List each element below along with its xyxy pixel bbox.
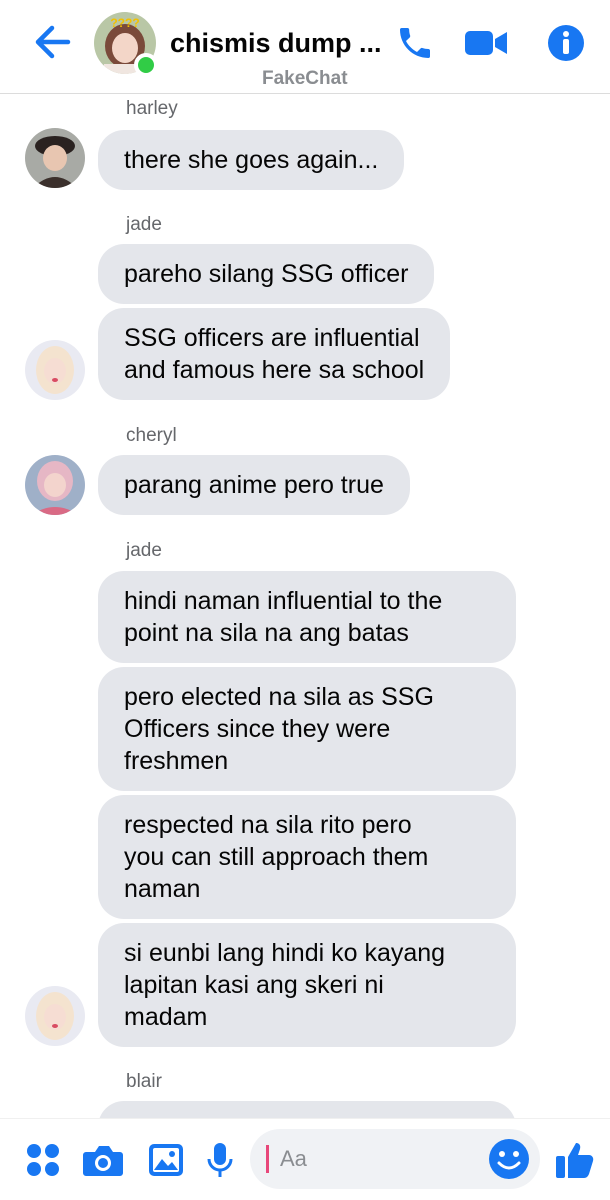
chat-header: ???? chismis dump ... FakeChat (0, 0, 610, 94)
thumbs-up-icon (556, 1143, 594, 1178)
avatar-image (25, 986, 85, 1046)
sender-name: cheryl (126, 425, 177, 446)
info-icon (548, 25, 584, 61)
four-dots-icon (27, 1144, 59, 1176)
avatar-harley[interactable] (25, 128, 85, 188)
sender-name: blair (126, 1071, 162, 1092)
message-bubble[interactable]: pareho silang SSG officer (98, 244, 435, 304)
message-bubble[interactable]: hindi naman influential to the point na … (98, 571, 516, 663)
message-bubble[interactable]: parang anime pero true (98, 455, 410, 515)
group-avatar-label: ???? (110, 16, 139, 30)
avatar-jade[interactable] (25, 340, 85, 400)
emoji-button[interactable] (486, 1136, 532, 1182)
chat-subtitle: FakeChat (262, 68, 348, 89)
avatar-jade[interactable] (25, 986, 85, 1046)
avatar-cheryl[interactable] (25, 455, 85, 515)
avatar-image (25, 340, 85, 400)
text-cursor (266, 1145, 269, 1173)
more-actions-button[interactable] (20, 1137, 66, 1183)
avatar-image (25, 128, 85, 188)
message-bubble[interactable]: pero elected na sila as SSG Officers sin… (98, 667, 516, 791)
message-bubble[interactable]: SSG officers are influential and famous … (98, 308, 451, 400)
gallery-button[interactable] (143, 1137, 189, 1183)
sender-name: jade (126, 214, 162, 235)
info-button[interactable] (542, 20, 590, 66)
avatar-image (25, 455, 85, 515)
online-status-dot (134, 53, 158, 77)
voice-message-button[interactable] (197, 1137, 243, 1183)
sender-name: jade (126, 540, 162, 561)
camera-icon (83, 1146, 123, 1176)
chat-title[interactable]: chismis dump ... (170, 28, 382, 59)
arrow-left-icon (35, 25, 71, 59)
message-bubble[interactable]: si eunbi lang hindi ko kayang lapitan ka… (98, 923, 516, 1047)
microphone-icon (207, 1143, 233, 1177)
video-camera-icon (465, 31, 507, 55)
message-bubble[interactable]: there she goes again... (98, 130, 405, 190)
message-bubble[interactable]: respected na sila rito pero you can stil… (98, 795, 516, 919)
sender-name: harley (126, 98, 178, 119)
camera-button[interactable] (80, 1137, 126, 1183)
smiley-icon (489, 1139, 529, 1179)
image-icon (149, 1144, 183, 1176)
back-button[interactable] (30, 22, 74, 62)
video-call-button[interactable] (462, 20, 510, 66)
call-button[interactable] (391, 20, 439, 66)
phone-icon (400, 28, 430, 58)
like-button[interactable] (552, 1137, 598, 1183)
